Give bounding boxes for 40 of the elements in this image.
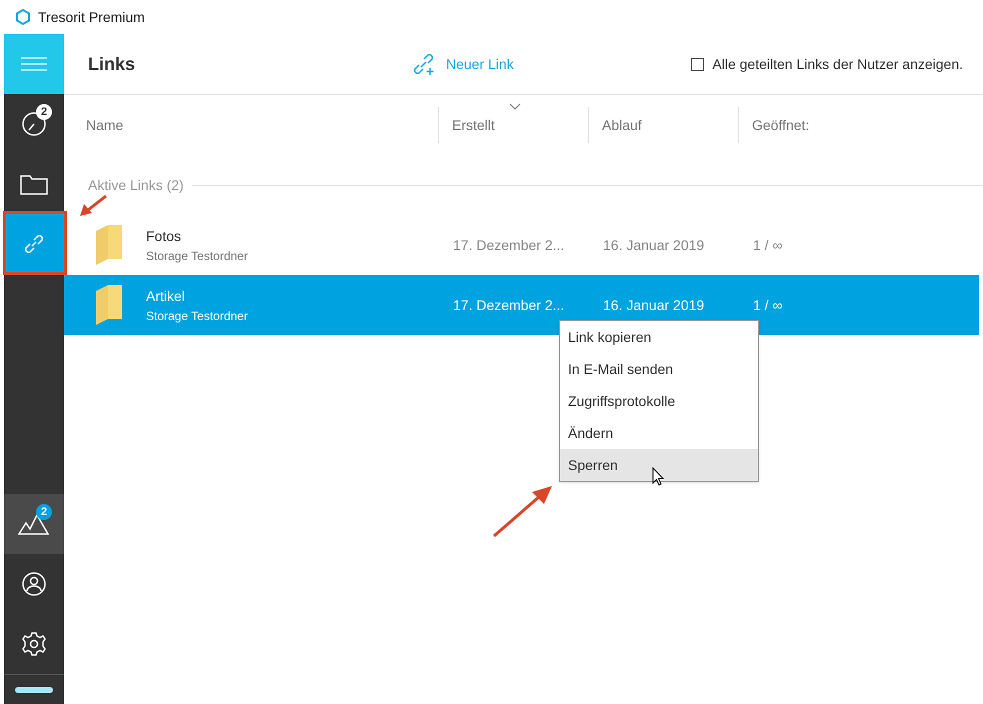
link-location: Storage Testordner [146, 308, 248, 324]
folder-icon [20, 173, 48, 195]
link-add-icon [412, 52, 436, 76]
column-header[interactable]: Ablauf [602, 107, 676, 143]
annotation-arrow [78, 194, 108, 218]
count-badge: 2 [36, 104, 52, 120]
column-header[interactable]: Geöffnet: [752, 107, 844, 143]
link-location: Storage Testordner [146, 248, 248, 264]
highlight-frame [3, 211, 67, 275]
table-cell-text: 1 / ∞ [752, 296, 782, 314]
settings-icon [22, 632, 46, 656]
column-header[interactable]: Name [86, 107, 158, 143]
table-cell-text: 16. Januar 2019 [602, 296, 706, 314]
section-heading: Aktive Links (2) [88, 176, 184, 195]
hexagon-icon [16, 9, 30, 25]
table-cell-text: 17. Dezember 2... [452, 236, 566, 254]
mountains-icon [18, 513, 50, 535]
folder-icon [94, 283, 124, 327]
page-title: Links [88, 52, 136, 76]
count-badge: 2 [36, 504, 52, 520]
menu-icon [21, 57, 47, 71]
menu-item[interactable]: In E-Mail senden [560, 353, 758, 385]
table-cell-text: 16. Januar 2019 [602, 236, 706, 254]
table-cell-text: 1 / ∞ [752, 236, 782, 254]
menu-item[interactable]: Zugriffsprotokolle [560, 385, 758, 417]
checkbox[interactable] [691, 58, 704, 70]
folder-icon [94, 223, 124, 267]
menu-item[interactable]: Ändern [560, 417, 758, 449]
checkbox-label: Alle geteilten Links der Nutzer anzeigen. [712, 54, 963, 74]
storage-bar [15, 686, 53, 692]
menu-item[interactable]: Sperren [560, 449, 758, 481]
link-name: Fotos [146, 226, 182, 246]
annotation-arrow [492, 484, 554, 538]
window-title: Tresorit Premium [38, 8, 145, 26]
menu-item[interactable]: Link kopieren [560, 321, 758, 353]
sort-caret-icon [509, 103, 521, 110]
table-cell-text: 17. Dezember 2... [452, 296, 566, 314]
link-name: Artikel [146, 286, 186, 306]
profile-icon [22, 572, 46, 596]
column-header[interactable]: Erstellt [452, 107, 529, 143]
